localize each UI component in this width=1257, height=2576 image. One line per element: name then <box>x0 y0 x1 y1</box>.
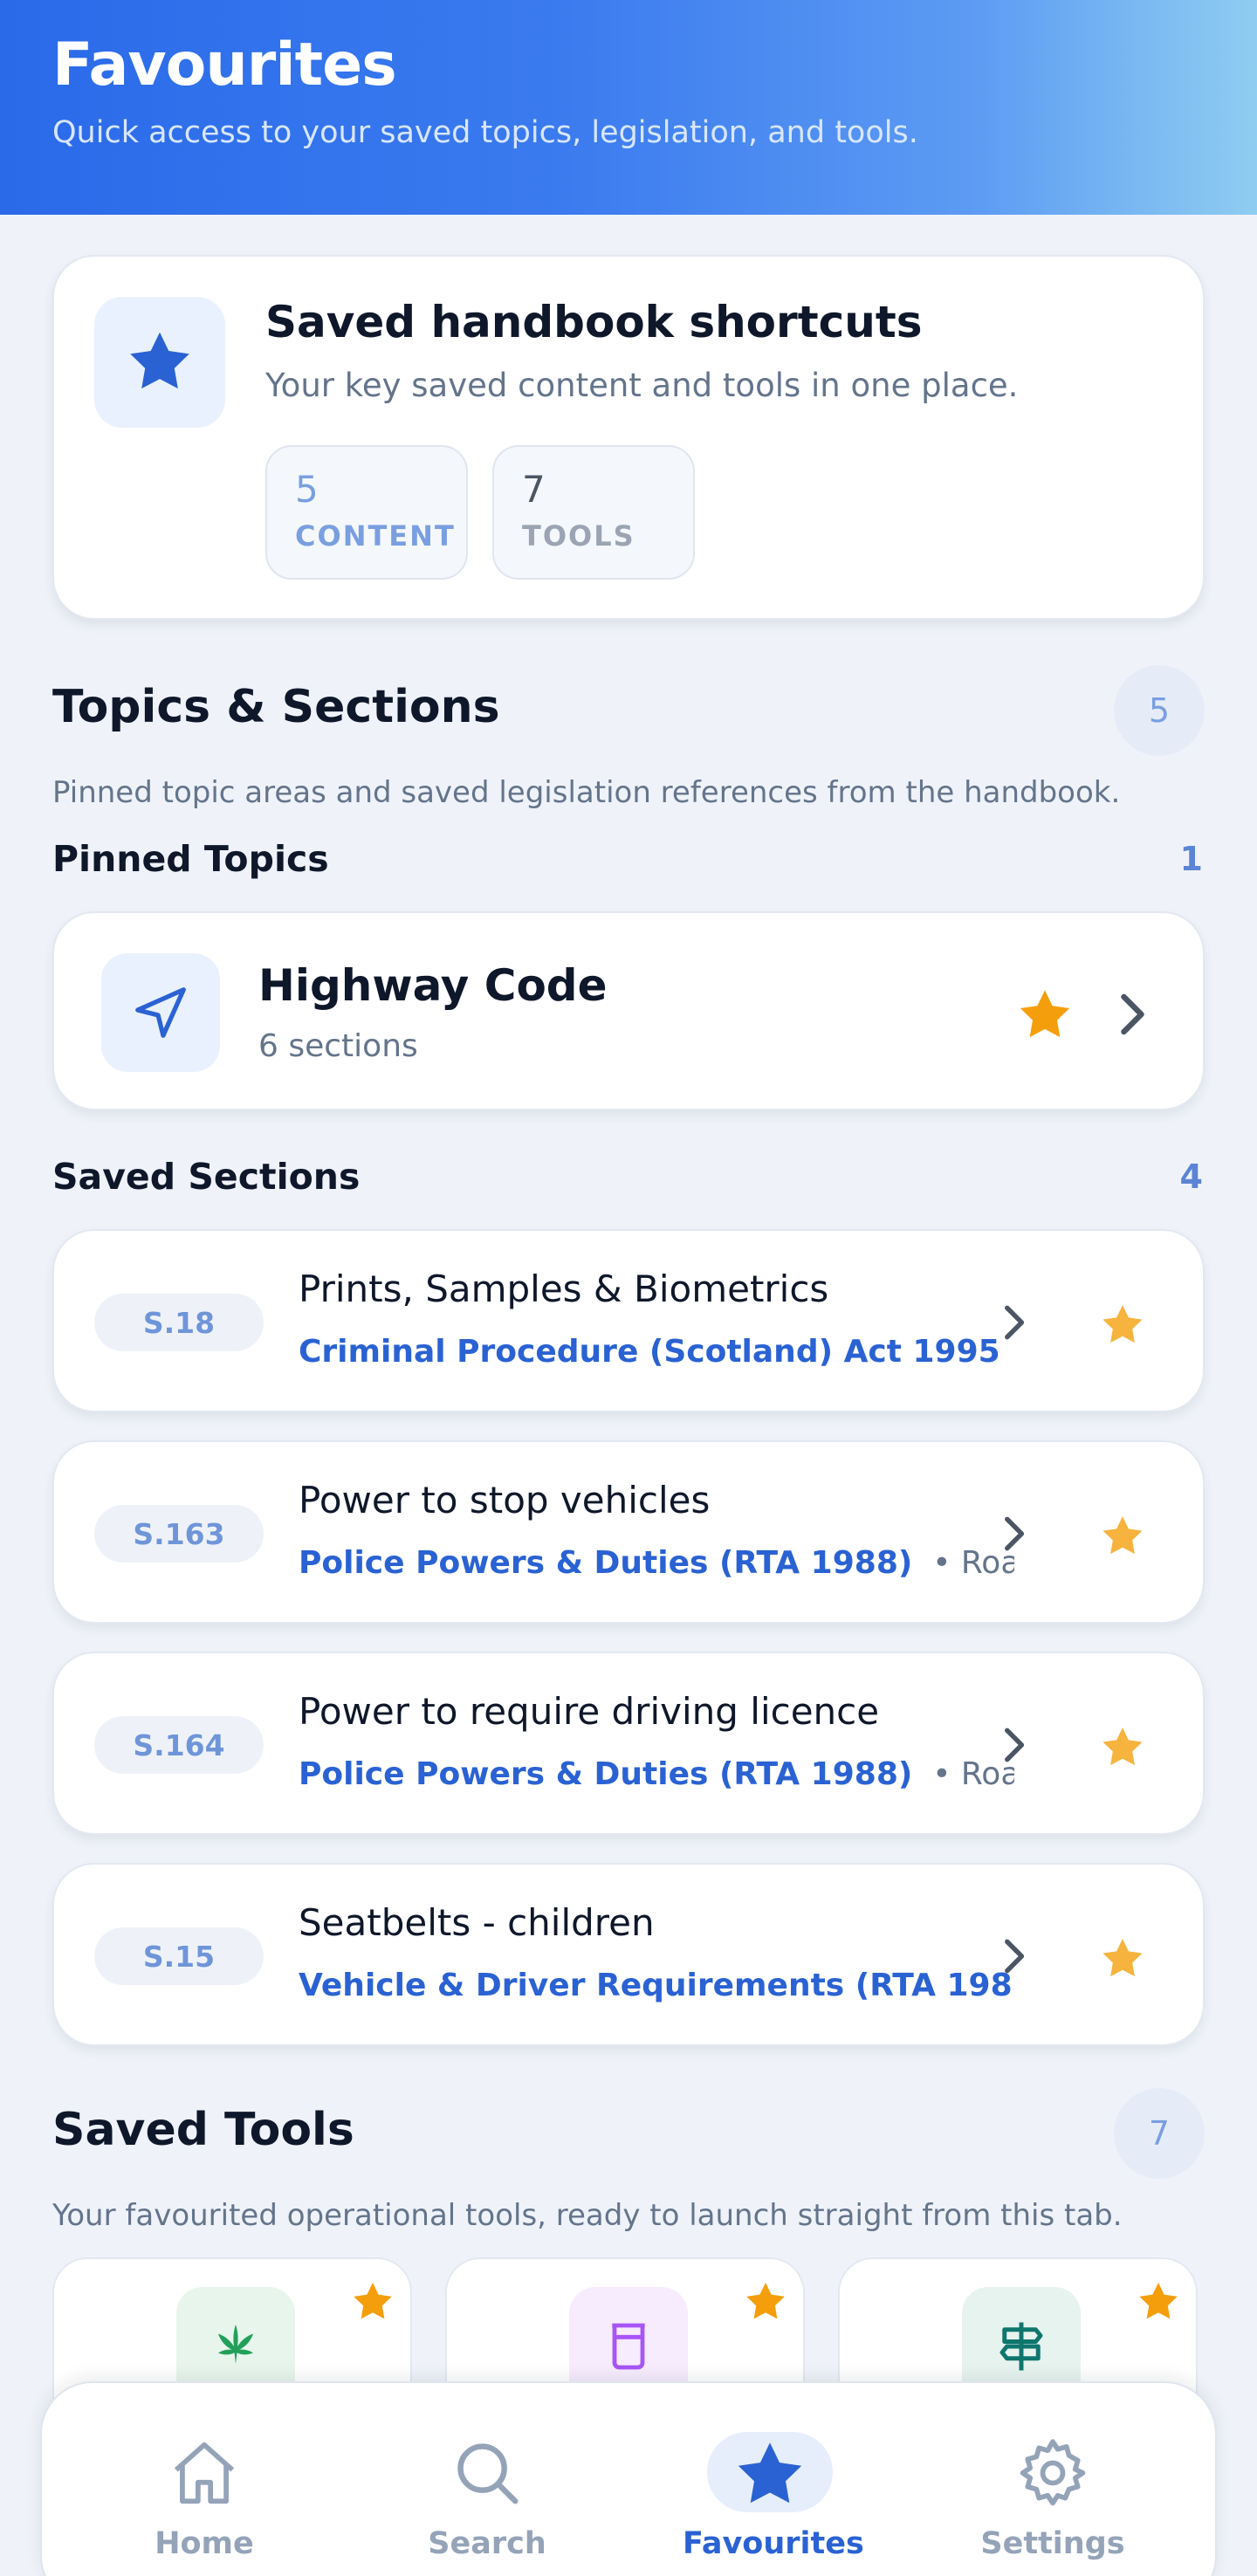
chevron-right-icon <box>993 1512 1032 1559</box>
saved-section-card[interactable]: S.18 Prints, Samples & Biometrics Crimin… <box>52 1229 1205 1412</box>
tool-favourite-star-icon[interactable] <box>742 2278 789 2329</box>
pinned-topics-count: 1 <box>1179 840 1203 878</box>
topics-sections-description: Pinned topic areas and saved legislation… <box>52 775 1121 810</box>
tool-favourite-star-icon[interactable] <box>349 2278 396 2329</box>
topics-sections-count: 5 <box>1114 665 1205 756</box>
nav-settings-label: Settings <box>980 2526 1125 2561</box>
summary-card: Saved handbook shortcuts Your key saved … <box>52 255 1205 620</box>
nav-home[interactable]: Home <box>117 2383 292 2561</box>
unpin-star-icon[interactable] <box>1014 985 1075 1049</box>
section-title: Seatbelts - children <box>299 1901 655 1944</box>
nav-search[interactable]: Search <box>400 2383 574 2561</box>
section-source: Police Powers & Duties (RTA 1988) • Roa.… <box>299 1756 1014 1792</box>
saved-tools-description: Your favourited operational tools, ready… <box>52 2198 1123 2233</box>
chevron-right-icon <box>993 1301 1032 1348</box>
page-subtitle: Quick access to your saved topics, legis… <box>52 115 918 150</box>
content-stat[interactable]: 5 CONTENT <box>265 445 468 580</box>
pinned-topic-card[interactable]: Highway Code 6 sections <box>52 911 1205 1110</box>
topic-name: Highway Code <box>258 960 608 1011</box>
section-source: Police Powers & Duties (RTA 1988) • Roa.… <box>299 1545 1014 1581</box>
nav-home-label: Home <box>155 2526 254 2561</box>
gear-icon <box>1015 2435 1090 2514</box>
saved-section-card[interactable]: S.163 Power to stop vehicles Police Powe… <box>52 1440 1205 1624</box>
nav-search-label: Search <box>428 2526 546 2561</box>
page-title: Favourites <box>52 31 397 100</box>
section-number-badge: S.163 <box>94 1505 264 1563</box>
section-number-badge: S.18 <box>94 1294 264 1351</box>
summary-subtitle: Your key saved content and tools in one … <box>265 367 1019 404</box>
chevron-right-icon <box>993 1934 1032 1982</box>
unfavourite-star-icon[interactable] <box>1098 1723 1147 1776</box>
section-act: Police Powers & Duties (RTA 1988) <box>299 1756 913 1792</box>
search-icon <box>450 2435 525 2514</box>
section-source: Criminal Procedure (Scotland) Act 1995 •… <box>299 1334 1014 1370</box>
section-number-badge: S.164 <box>94 1716 264 1774</box>
nav-favourites[interactable]: Favourites <box>683 2383 864 2561</box>
saved-section-card[interactable]: S.15 Seatbelts - children Vehicle & Driv… <box>52 1863 1205 2046</box>
page-header: Favourites Quick access to your saved to… <box>0 0 1257 215</box>
topic-meta: 6 sections <box>258 1028 418 1064</box>
tools-count: 7 <box>522 468 546 511</box>
tool-favourite-star-icon[interactable] <box>1135 2278 1182 2329</box>
section-number-badge: S.15 <box>94 1927 264 1985</box>
saved-sections-count: 4 <box>1179 1157 1203 1196</box>
saved-sections-heading: Saved Sections <box>52 1156 361 1198</box>
home-icon <box>167 2435 242 2514</box>
unfavourite-star-icon[interactable] <box>1098 1512 1147 1564</box>
navigation-arrow-icon <box>101 953 220 1072</box>
section-title: Power to require driving licence <box>299 1690 880 1733</box>
section-act: Police Powers & Duties (RTA 1988) <box>299 1545 913 1581</box>
saved-tools-count: 7 <box>1114 2088 1205 2179</box>
nav-favourites-label: Favourites <box>683 2526 864 2561</box>
section-act: Vehicle & Driver Requirements (RTA 1988) <box>299 1968 1014 2003</box>
chevron-right-icon <box>1109 988 1152 1044</box>
bottom-nav: Home Search Favourites Settings <box>40 2381 1217 2576</box>
star-icon <box>94 297 225 428</box>
unfavourite-star-icon[interactable] <box>1098 1934 1147 1987</box>
content-count: 5 <box>295 468 319 511</box>
tools-label: TOOLS <box>522 519 635 553</box>
section-title: Prints, Samples & Biometrics <box>299 1267 829 1310</box>
saved-tools-title: Saved Tools <box>52 2104 354 2156</box>
topics-sections-title: Topics & Sections <box>52 681 500 733</box>
nav-settings[interactable]: Settings <box>965 2383 1140 2561</box>
summary-title: Saved handbook shortcuts <box>265 297 923 347</box>
content-label: CONTENT <box>295 519 456 553</box>
section-title: Power to stop vehicles <box>299 1479 711 1522</box>
star-icon <box>731 2435 809 2518</box>
section-act: Criminal Procedure (Scotland) Act 1995 <box>299 1334 1000 1370</box>
tools-stat[interactable]: 7 TOOLS <box>492 445 695 580</box>
unfavourite-star-icon[interactable] <box>1098 1301 1147 1353</box>
section-source: Vehicle & Driver Requirements (RTA 1988)… <box>299 1968 1014 2003</box>
pinned-topics-heading: Pinned Topics <box>52 838 329 880</box>
saved-section-card[interactable]: S.164 Power to require driving licence P… <box>52 1652 1205 1835</box>
chevron-right-icon <box>993 1723 1032 1770</box>
